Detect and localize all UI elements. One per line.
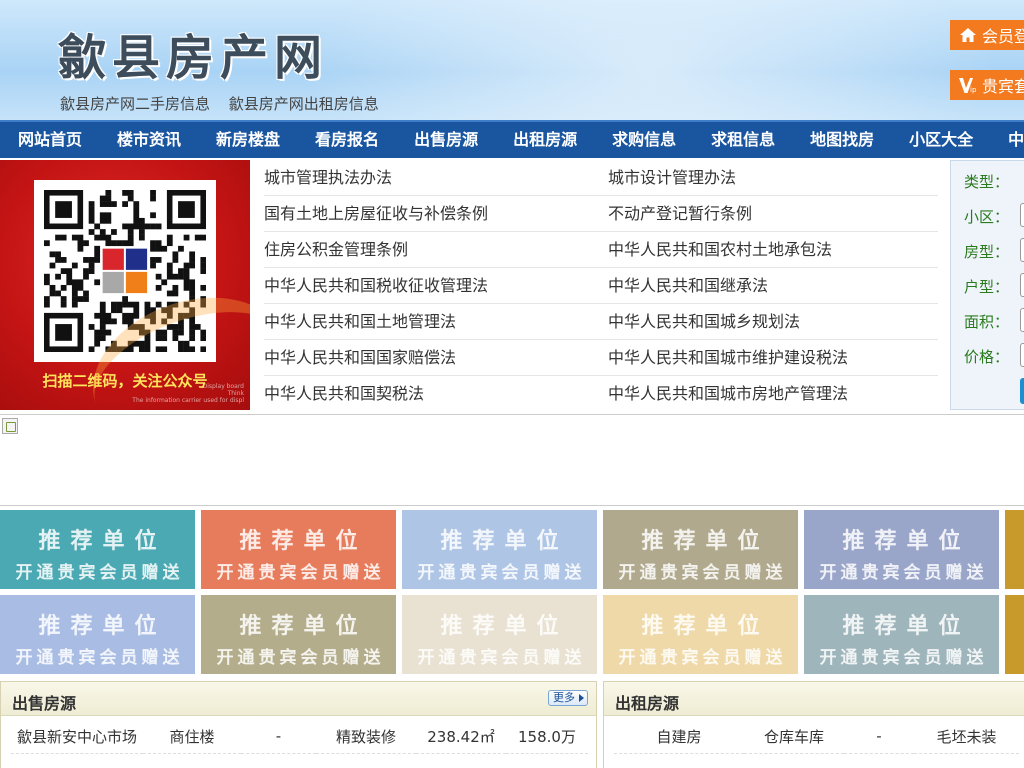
- site-header: 歙县房产网 歙县房产网二手房信息 歙县房产网出租房信息 会员登 ip 贵宾套: [0, 0, 1024, 120]
- search-panel: 类型： 小区： 房型： 户型： 面积： 价格：: [950, 160, 1024, 410]
- main-nav: 网站首页 楼市资讯 新房楼盘 看房报名 出售房源 出租房源 求购信息 求租信息 …: [0, 120, 1024, 158]
- rental-link[interactable]: 歙县房产网出租房信息: [229, 95, 379, 113]
- rent-listings-title: 出租房源: [615, 694, 680, 713]
- recommend-tile[interactable]: 推荐单位 开通贵宾会员赠送: [0, 595, 195, 674]
- recommend-tile[interactable]: 推荐单位 开通贵宾会员赠送: [804, 510, 999, 589]
- recommend-tile[interactable]: 推荐单位 开通贵宾会员赠送: [804, 595, 999, 674]
- recommend-tile[interactable]: 推荐单位 开通贵宾会员赠送: [603, 595, 798, 674]
- law-link[interactable]: 国有土地上房屋征收与补偿条例: [264, 196, 608, 232]
- room-type-select[interactable]: [1020, 238, 1024, 262]
- recommend-tile[interactable]: 推荐单位 开通贵宾会员赠送: [201, 510, 396, 589]
- recommend-tile[interactable]: 推荐单位 开通贵宾会员赠送: [402, 595, 597, 674]
- community-label: 小区：: [964, 208, 1010, 226]
- recommend-tile[interactable]: [1005, 595, 1024, 674]
- area-select[interactable]: [1020, 308, 1024, 332]
- nav-for-rent[interactable]: 出租房源: [495, 122, 594, 158]
- law-link[interactable]: 中华人民共和国城乡规划法: [608, 304, 938, 340]
- law-link[interactable]: 中华人民共和国税收征收管理法: [264, 268, 608, 304]
- nav-viewing-signup[interactable]: 看房报名: [297, 122, 396, 158]
- nav-want-rent[interactable]: 求租信息: [693, 122, 792, 158]
- law-link[interactable]: 中华人民共和国城市房地产管理法: [608, 376, 938, 412]
- price-select[interactable]: [1020, 343, 1024, 367]
- area-label: 面积：: [964, 313, 1010, 331]
- rent-listings-box: 出租房源 自建房 仓库车库 - 毛坯未装: [603, 681, 1024, 768]
- more-button[interactable]: 更多: [548, 690, 588, 706]
- recommend-tile[interactable]: 推荐单位 开通贵宾会员赠送: [603, 510, 798, 589]
- nav-home[interactable]: 网站首页: [0, 122, 99, 158]
- law-link[interactable]: 不动产登记暂行条例: [608, 196, 938, 232]
- room-type-label: 房型：: [964, 243, 1010, 261]
- law-link[interactable]: 城市设计管理办法: [608, 160, 938, 196]
- recommend-tile[interactable]: 推荐单位 开通贵宾会员赠送: [201, 595, 396, 674]
- vip-package-button[interactable]: ip 贵宾套: [950, 70, 1024, 100]
- sale-listings-title: 出售房源: [12, 694, 77, 713]
- regulations-list: 城市管理执法办法 城市设计管理办法 国有土地上房屋征收与补偿条例 不动产登记暂行…: [250, 160, 940, 412]
- law-link[interactable]: 中华人民共和国契税法: [264, 376, 608, 412]
- svg-text:ip: ip: [970, 86, 977, 94]
- qr-caption: 扫描二维码，关注公众号: [42, 372, 208, 390]
- home-icon: [958, 25, 978, 45]
- nav-want-buy[interactable]: 求购信息: [594, 122, 693, 158]
- banner-small-text: Display board Think The information carr…: [132, 383, 244, 404]
- nav-new-homes[interactable]: 新房楼盘: [198, 122, 297, 158]
- law-link[interactable]: 中华人民共和国城市维护建设税法: [608, 340, 938, 376]
- table-row[interactable]: 自建房 仓库车库 - 毛坯未装: [614, 720, 1019, 754]
- sale-listings-header: 出售房源 更多: [1, 682, 596, 716]
- recommend-tile[interactable]: [1005, 510, 1024, 589]
- site-title[interactable]: 歙县房产网: [58, 18, 328, 88]
- ad-banner[interactable]: [0, 414, 1024, 506]
- community-input[interactable]: [1020, 203, 1024, 227]
- law-link[interactable]: 中华人民共和国农村土地承包法: [608, 232, 938, 268]
- arrow-right-icon: [579, 694, 584, 702]
- broken-image-icon: [2, 418, 18, 434]
- layout-label: 户型：: [964, 278, 1010, 296]
- vip-package-label: 贵宾套: [982, 77, 1024, 96]
- search-button[interactable]: [1020, 378, 1024, 404]
- qr-code: [34, 180, 216, 362]
- rent-listings-header: 出租房源: [604, 682, 1024, 716]
- law-link[interactable]: 住房公积金管理条例: [264, 232, 608, 268]
- law-link[interactable]: 城市管理执法办法: [264, 160, 608, 196]
- nav-news[interactable]: 楼市资讯: [99, 122, 198, 158]
- qr-banner: 扫描二维码，关注公众号 Display board Think The info…: [0, 160, 250, 410]
- price-label: 价格：: [964, 348, 1010, 366]
- member-login-button[interactable]: 会员登: [950, 20, 1024, 50]
- sale-listings-table: 歙县新安中心市场 商住楼 - 精致装修 238.42㎡ 158.0万: [11, 720, 588, 754]
- law-link[interactable]: 中华人民共和国土地管理法: [264, 304, 608, 340]
- rent-listings-table: 自建房 仓库车库 - 毛坯未装: [614, 720, 1019, 754]
- member-login-label: 会员登: [982, 27, 1024, 46]
- nav-for-sale[interactable]: 出售房源: [396, 122, 495, 158]
- layout-select[interactable]: [1020, 273, 1024, 297]
- law-link[interactable]: 中华人民共和国国家赔偿法: [264, 340, 608, 376]
- nav-more[interactable]: 中: [990, 122, 1024, 158]
- header-links: 歙县房产网二手房信息 歙县房产网出租房信息: [60, 93, 393, 114]
- recommend-tile[interactable]: 推荐单位 开通贵宾会员赠送: [402, 510, 597, 589]
- nav-communities[interactable]: 小区大全: [891, 122, 990, 158]
- table-row[interactable]: 歙县新安中心市场 商住楼 - 精致装修 238.42㎡ 158.0万: [11, 720, 588, 754]
- vip-icon: ip: [958, 75, 978, 95]
- law-link[interactable]: 中华人民共和国继承法: [608, 268, 938, 304]
- sale-listings-box: 出售房源 更多 歙县新安中心市场 商住楼 - 精致装修 238.42㎡ 158.…: [0, 681, 597, 768]
- recommend-tile[interactable]: 推荐单位 开通贵宾会员赠送: [0, 510, 195, 589]
- secondhand-link[interactable]: 歙县房产网二手房信息: [60, 95, 210, 113]
- type-label: 类型：: [964, 173, 1010, 191]
- nav-map-search[interactable]: 地图找房: [792, 122, 891, 158]
